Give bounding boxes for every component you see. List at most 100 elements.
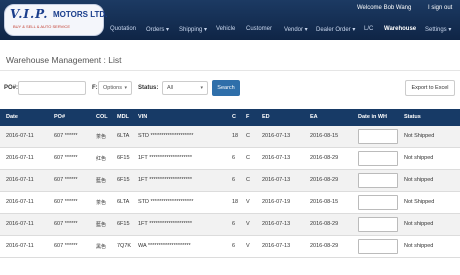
- cell-col: 藍色: [96, 222, 107, 228]
- date-in-wh-input[interactable]: [358, 217, 398, 232]
- col-header-mdl[interactable]: MDL: [117, 114, 129, 120]
- cell-f: V: [246, 221, 250, 227]
- date-in-wh-input[interactable]: [358, 239, 398, 254]
- col-header-col[interactable]: COL: [96, 114, 108, 120]
- export-excel-button[interactable]: Export to Excel: [405, 80, 455, 96]
- cell-col: 茶色: [96, 134, 107, 140]
- cell-date: 2016-07-11: [6, 155, 34, 161]
- cell-date: 2016-07-11: [6, 221, 34, 227]
- cell-status: Not Shipped: [404, 199, 435, 205]
- nav-lc[interactable]: L/C: [364, 26, 373, 32]
- cell-mdl: 6F15: [117, 177, 130, 183]
- table-row[interactable]: 2016-07-11 607 ****** 黑色 7Q7K WA *******…: [0, 236, 460, 258]
- welcome-text: Welcome Bob Wang: [357, 5, 412, 11]
- table-row[interactable]: 2016-07-11 607 ****** 茶色 6LTA STD ******…: [0, 192, 460, 214]
- cell-col: 藍色: [96, 178, 107, 184]
- table-header: Date PO# COL MDL VIN C F ED EA Date in W…: [0, 109, 460, 126]
- cell-ea: 2016-08-29: [310, 155, 339, 161]
- nav-shipping[interactable]: Shipping ▾: [179, 26, 207, 33]
- cell-vin: 1FT ********************: [138, 155, 193, 161]
- col-header-vin[interactable]: VIN: [138, 114, 147, 120]
- cell-ed: 2016-07-13: [262, 243, 291, 249]
- nav-quotation[interactable]: Quotation: [110, 26, 136, 32]
- cell-f: C: [246, 133, 250, 139]
- f-label: F:: [92, 85, 98, 91]
- cell-c: 6: [232, 155, 236, 161]
- f-select-value: Options: [103, 85, 122, 91]
- col-header-f[interactable]: F: [246, 114, 249, 120]
- cell-date: 2016-07-11: [6, 133, 34, 139]
- chevron-down-icon: ▾: [200, 85, 203, 91]
- table-row[interactable]: 2016-07-11 607 ****** 红色 6F15 1FT ******…: [0, 148, 460, 170]
- cell-ea: 2016-08-15: [310, 199, 339, 205]
- cell-f: C: [246, 155, 250, 161]
- cell-f: C: [246, 177, 250, 183]
- cell-c: 6: [232, 243, 236, 249]
- nav-warehouse[interactable]: Warehouse: [384, 26, 416, 32]
- cell-col: 红色: [96, 156, 107, 162]
- nav-customer[interactable]: Customer: [246, 26, 272, 32]
- cell-ed: 2016-07-13: [262, 155, 291, 161]
- cell-date: 2016-07-11: [6, 177, 34, 183]
- po-input[interactable]: [18, 81, 86, 95]
- nav-vehicle[interactable]: Vehicle: [216, 26, 235, 32]
- cell-c: 18: [232, 199, 239, 205]
- cell-col: 茶色: [96, 200, 107, 206]
- status-select[interactable]: All ▾: [162, 81, 208, 95]
- cell-mdl: 6LTA: [117, 133, 130, 139]
- nav-dealer-order[interactable]: Dealer Order ▾: [316, 26, 355, 33]
- col-header-po[interactable]: PO#: [54, 114, 65, 120]
- col-header-date-in-wh[interactable]: Date in WH: [358, 114, 387, 120]
- cell-vin: 1FT ********************: [138, 177, 193, 183]
- top-header: V.I.P. MOTORS LTD. BUY & SELL & AUTO SER…: [0, 0, 460, 40]
- table-row[interactable]: 2016-07-11 607 ****** 茶色 6LTA STD ******…: [0, 126, 460, 148]
- cell-ea: 2016-08-29: [310, 243, 339, 249]
- col-header-date[interactable]: Date: [6, 114, 18, 120]
- logo-brand: V.I.P.: [10, 7, 49, 21]
- cell-vin: 1FT ********************: [138, 221, 193, 227]
- cell-po: 607 ******: [54, 243, 78, 249]
- main-nav: Quotation Orders ▾ Shipping ▾ Vehicle Cu…: [0, 26, 460, 36]
- date-in-wh-input[interactable]: [358, 151, 398, 166]
- col-header-c[interactable]: C: [232, 114, 236, 120]
- table-row[interactable]: 2016-07-11 607 ****** 藍色 6F15 1FT ******…: [0, 170, 460, 192]
- cell-ea: 2016-08-15: [310, 133, 339, 139]
- cell-po: 607 ******: [54, 133, 78, 139]
- cell-vin: STD ********************: [138, 133, 194, 139]
- date-in-wh-input[interactable]: [358, 173, 398, 188]
- cell-date: 2016-07-11: [6, 243, 34, 249]
- f-select[interactable]: Options ▾: [98, 81, 132, 95]
- title-divider: [0, 70, 460, 71]
- status-select-value: All: [167, 85, 174, 91]
- nav-settings[interactable]: Settings ▾: [425, 26, 451, 33]
- cell-status: Not shipped: [404, 243, 434, 249]
- cell-po: 607 ******: [54, 155, 78, 161]
- col-header-ea[interactable]: EA: [310, 114, 318, 120]
- date-in-wh-input[interactable]: [358, 195, 398, 210]
- cell-col: 黑色: [96, 244, 107, 250]
- cell-c: 6: [232, 221, 236, 227]
- po-label: PO#:: [4, 85, 19, 91]
- cell-vin: STD ********************: [138, 199, 194, 205]
- sign-out-link[interactable]: I sign out: [428, 5, 452, 11]
- col-header-ed[interactable]: ED: [262, 114, 270, 120]
- cell-ed: 2016-07-13: [262, 221, 291, 227]
- cell-status: Not shipped: [404, 221, 434, 227]
- cell-po: 607 ******: [54, 177, 78, 183]
- cell-ea: 2016-08-29: [310, 177, 339, 183]
- cell-ea: 2016-08-29: [310, 221, 339, 227]
- cell-po: 607 ******: [54, 221, 78, 227]
- cell-f: V: [246, 199, 250, 205]
- cell-f: V: [246, 243, 250, 249]
- date-in-wh-input[interactable]: [358, 129, 398, 144]
- table-row[interactable]: 2016-07-11 607 ****** 藍色 6F15 1FT ******…: [0, 214, 460, 236]
- cell-mdl: 7Q7K: [117, 243, 132, 249]
- col-header-status[interactable]: Status: [404, 114, 421, 120]
- nav-orders[interactable]: Orders ▾: [146, 26, 169, 33]
- logo-name: MOTORS LTD.: [53, 10, 108, 19]
- status-label: Status:: [138, 85, 159, 91]
- cell-mdl: 6F15: [117, 221, 130, 227]
- cell-c: 18: [232, 133, 239, 139]
- nav-vendor[interactable]: Vendor ▾: [284, 26, 308, 33]
- search-button[interactable]: Search: [212, 80, 240, 96]
